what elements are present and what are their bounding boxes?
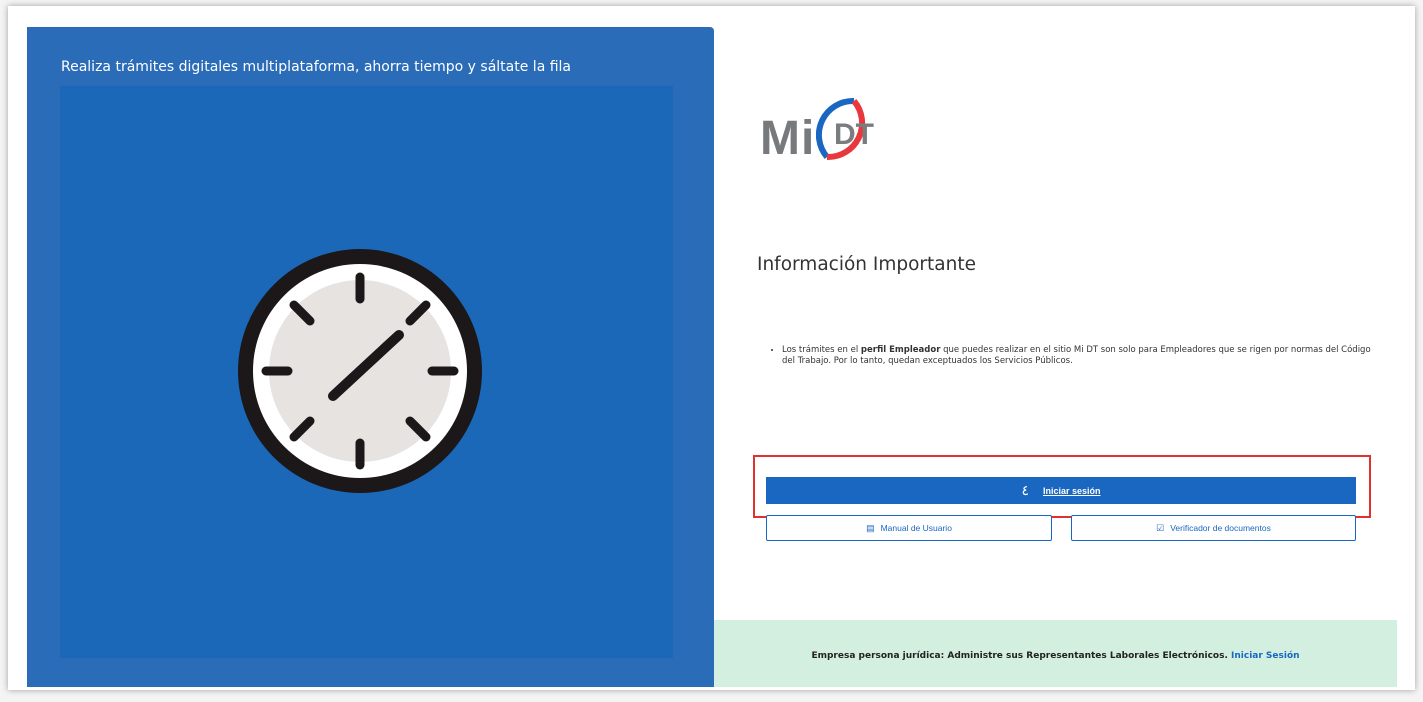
info-bullet-bold: perfil Empleador: [860, 345, 941, 355]
clock-icon: [238, 249, 482, 493]
promo-panel: Realiza trámites digitales multiplatafor…: [27, 27, 714, 687]
info-bullet: Los trámites en el perfil Empleador que …: [782, 345, 1382, 367]
footer-text: Empresa persona jurídica: Administre sus…: [811, 651, 1300, 661]
promo-illustration: [60, 86, 673, 658]
info-title: Información Importante: [757, 254, 976, 275]
footer-login-link[interactable]: Iniciar Sesión: [1231, 651, 1300, 661]
verifier-button[interactable]: ☑ Verificador de documentos: [1071, 515, 1356, 541]
login-button-label: Iniciar sesión: [1043, 485, 1101, 496]
logo-mi-text: Mi: [760, 112, 816, 165]
footer-band: Empresa persona jurídica: Administre sus…: [714, 620, 1397, 687]
fingerprint-icon: ٤: [1021, 482, 1029, 498]
manual-button[interactable]: ▤ Manual de Usuario: [766, 515, 1052, 541]
book-icon: ▤: [866, 522, 875, 533]
info-list: Los trámites en el perfil Empleador que …: [766, 345, 1382, 367]
login-button[interactable]: ٤ Iniciar sesión: [766, 477, 1356, 504]
logo-dt-text: DT: [834, 118, 874, 151]
verifier-button-label: Verificador de documentos: [1170, 523, 1271, 533]
promo-tagline: Realiza trámites digitales multiplatafor…: [61, 59, 572, 75]
manual-button-label: Manual de Usuario: [880, 523, 952, 533]
midt-logo: Mi DT: [760, 97, 900, 177]
clipboard-check-icon: ☑: [1156, 522, 1165, 533]
